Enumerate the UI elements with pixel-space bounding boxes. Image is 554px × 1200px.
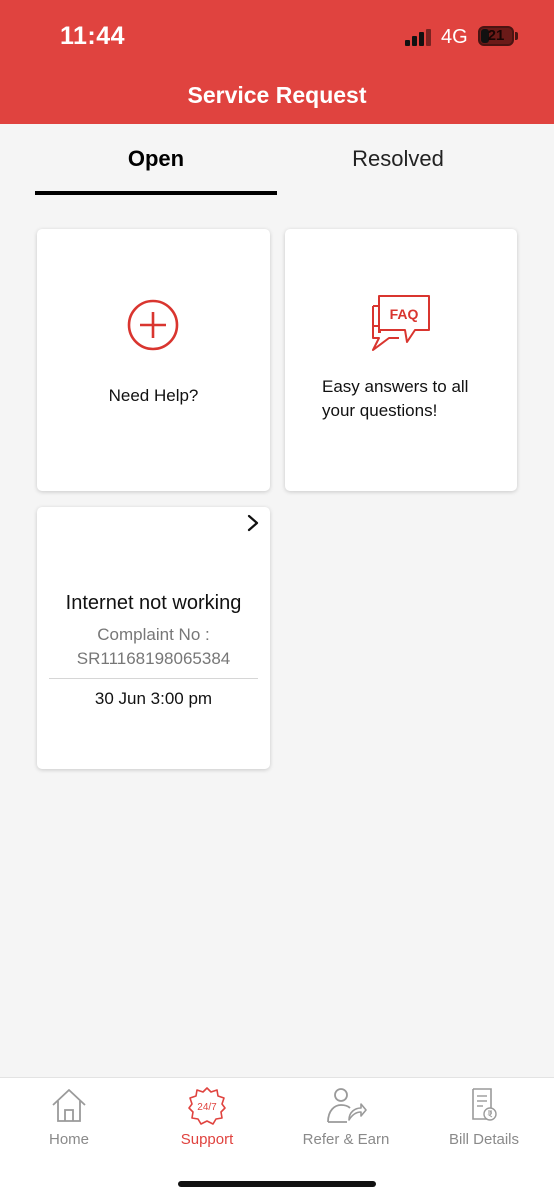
nav-refer-earn-label: Refer & Earn [302, 1131, 390, 1148]
faq-chat-icon: FAQ [372, 295, 430, 351]
home-icon [52, 1089, 86, 1122]
tab-resolved[interactable]: Resolved [277, 146, 519, 172]
nav-refer-earn[interactable]: Refer & Earn [277, 1078, 415, 1158]
home-indicator [178, 1181, 376, 1187]
faq-label: Easy answers to all your questions! [322, 377, 469, 420]
support-icon-text: 24/7 [197, 1102, 217, 1113]
nav-home-label: Home [48, 1131, 89, 1148]
signal-icon [405, 29, 433, 46]
complaint-number-label: Complaint No : [97, 625, 210, 644]
page-title: Service Request [187, 82, 367, 108]
nav-home[interactable]: Home [0, 1078, 138, 1158]
plus-circle-icon [127, 299, 179, 351]
need-help-card[interactable]: Need Help? [37, 229, 270, 491]
chevron-right-icon[interactable] [246, 513, 260, 533]
complaint-number: SR11168198065384 [76, 649, 231, 668]
complaint-title: Internet not working [65, 592, 242, 614]
tab-bar: Open Resolved [0, 124, 554, 198]
need-help-label: Need Help? [108, 386, 199, 405]
battery-icon: 21 [478, 26, 514, 46]
header: 11:44 4G 21 Service Request [0, 0, 554, 124]
divider [49, 678, 258, 679]
support-247-icon: 24/7 [188, 1087, 226, 1125]
network-type: 4G [441, 26, 468, 48]
refer-earn-icon [327, 1088, 367, 1123]
faq-icon-text: FAQ [390, 306, 419, 322]
bill-icon [472, 1088, 497, 1121]
tab-open[interactable]: Open [35, 146, 277, 172]
nav-support-label: Support [180, 1131, 234, 1148]
active-tab-indicator [35, 191, 277, 195]
faq-card[interactable]: FAQ Easy answers to all your questions! [285, 229, 517, 491]
nav-bill-details[interactable]: Bill Details [415, 1078, 553, 1158]
status-time: 11:44 [60, 22, 126, 50]
battery-level: 21 [487, 27, 505, 44]
complaint-date: 30 Jun 3:00 pm [94, 689, 213, 708]
battery-tip [515, 32, 518, 40]
complaint-card[interactable]: Internet not working Complaint No : SR11… [37, 507, 270, 769]
nav-bill-details-label: Bill Details [448, 1131, 520, 1148]
nav-support[interactable]: 24/7 Support [138, 1078, 276, 1158]
